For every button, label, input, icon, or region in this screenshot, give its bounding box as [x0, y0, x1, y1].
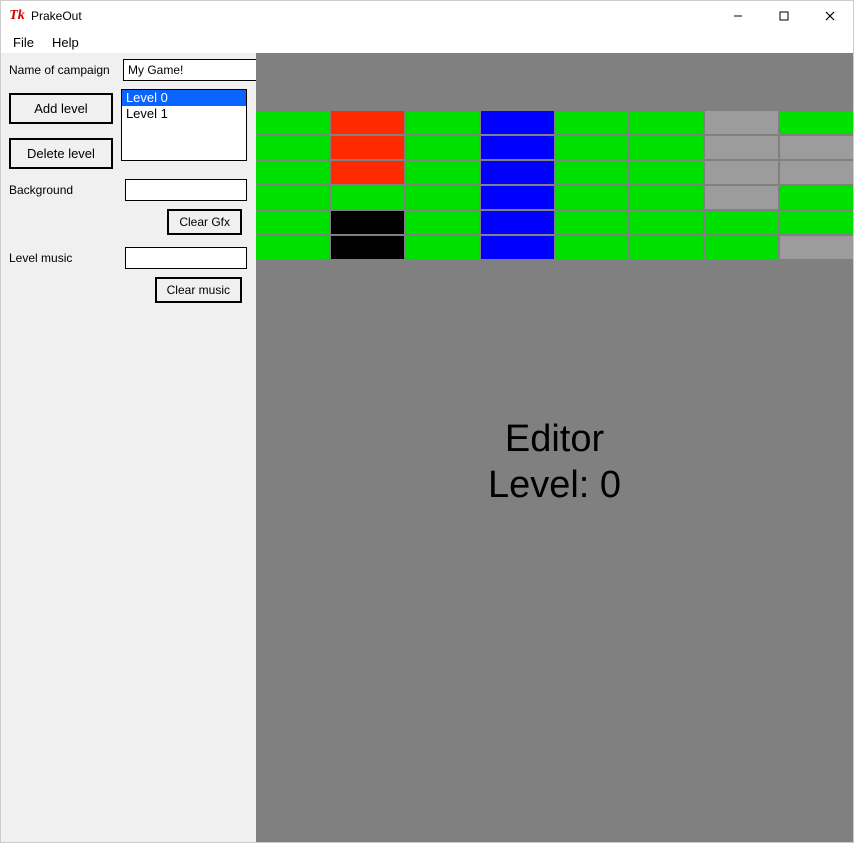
brick[interactable] [481, 161, 554, 184]
delete-level-button[interactable]: Delete level [9, 138, 113, 169]
brick[interactable] [630, 186, 703, 209]
brick[interactable] [705, 161, 778, 184]
brick-row [256, 161, 853, 184]
menu-bar: File Help [1, 31, 853, 53]
brick[interactable] [481, 136, 554, 159]
menu-file[interactable]: File [5, 33, 42, 52]
editor-canvas[interactable]: Editor Level: 0 [256, 53, 853, 842]
brick[interactable] [406, 236, 479, 259]
minimize-button[interactable] [715, 1, 761, 31]
levels-listbox[interactable]: Level 0Level 1 [121, 89, 247, 161]
background-label: Background [9, 183, 117, 197]
editor-overlay-text: Editor Level: 0 [256, 417, 853, 508]
add-level-button[interactable]: Add level [9, 93, 113, 124]
brick-row [256, 211, 853, 234]
app-icon: Tk [9, 8, 25, 24]
brick[interactable] [780, 186, 853, 209]
sidebar: Name of campaign Add level Delete level … [1, 53, 256, 842]
menu-help[interactable]: Help [44, 33, 87, 52]
brick[interactable] [406, 111, 479, 134]
brick[interactable] [256, 211, 329, 234]
brick[interactable] [331, 161, 404, 184]
maximize-button[interactable] [761, 1, 807, 31]
brick[interactable] [780, 136, 853, 159]
brick[interactable] [406, 136, 479, 159]
brick[interactable] [481, 111, 554, 134]
brick[interactable] [331, 211, 404, 234]
brick[interactable] [705, 186, 778, 209]
brick[interactable] [256, 161, 329, 184]
brick[interactable] [331, 136, 404, 159]
brick[interactable] [705, 236, 778, 259]
brick[interactable] [481, 236, 554, 259]
level-music-label: Level music [9, 251, 117, 265]
brick[interactable] [256, 186, 329, 209]
brick[interactable] [780, 236, 853, 259]
close-button[interactable] [807, 1, 853, 31]
brick[interactable] [705, 136, 778, 159]
brick-row [256, 236, 853, 259]
brick[interactable] [630, 211, 703, 234]
brick[interactable] [705, 211, 778, 234]
title-bar: Tk PrakeOut [1, 1, 853, 31]
brick[interactable] [331, 111, 404, 134]
brick-grid[interactable] [256, 111, 853, 261]
main-area: Name of campaign Add level Delete level … [1, 53, 853, 842]
level-option[interactable]: Level 1 [122, 106, 246, 122]
brick[interactable] [256, 236, 329, 259]
brick[interactable] [630, 236, 703, 259]
brick[interactable] [780, 211, 853, 234]
brick[interactable] [556, 186, 629, 209]
brick[interactable] [630, 161, 703, 184]
level-option[interactable]: Level 0 [122, 90, 246, 106]
brick[interactable] [256, 136, 329, 159]
brick[interactable] [556, 161, 629, 184]
brick-row [256, 186, 853, 209]
window-title: PrakeOut [31, 9, 82, 23]
brick[interactable] [406, 161, 479, 184]
brick[interactable] [331, 236, 404, 259]
brick[interactable] [256, 111, 329, 134]
brick[interactable] [630, 136, 703, 159]
campaign-name-label: Name of campaign [9, 63, 117, 77]
brick-row [256, 136, 853, 159]
editor-overlay-line2: Level: 0 [256, 463, 853, 509]
background-input[interactable] [125, 179, 247, 201]
brick[interactable] [630, 111, 703, 134]
brick-row [256, 111, 853, 134]
brick[interactable] [331, 186, 404, 209]
level-music-input[interactable] [125, 247, 247, 269]
clear-gfx-button[interactable]: Clear Gfx [167, 209, 242, 235]
brick[interactable] [556, 236, 629, 259]
brick[interactable] [481, 211, 554, 234]
brick[interactable] [406, 186, 479, 209]
brick[interactable] [406, 211, 479, 234]
brick[interactable] [556, 111, 629, 134]
brick[interactable] [556, 136, 629, 159]
editor-overlay-line1: Editor [256, 417, 853, 463]
brick[interactable] [780, 111, 853, 134]
brick[interactable] [556, 211, 629, 234]
brick[interactable] [481, 186, 554, 209]
brick[interactable] [705, 111, 778, 134]
clear-music-button[interactable]: Clear music [155, 277, 242, 303]
brick[interactable] [780, 161, 853, 184]
